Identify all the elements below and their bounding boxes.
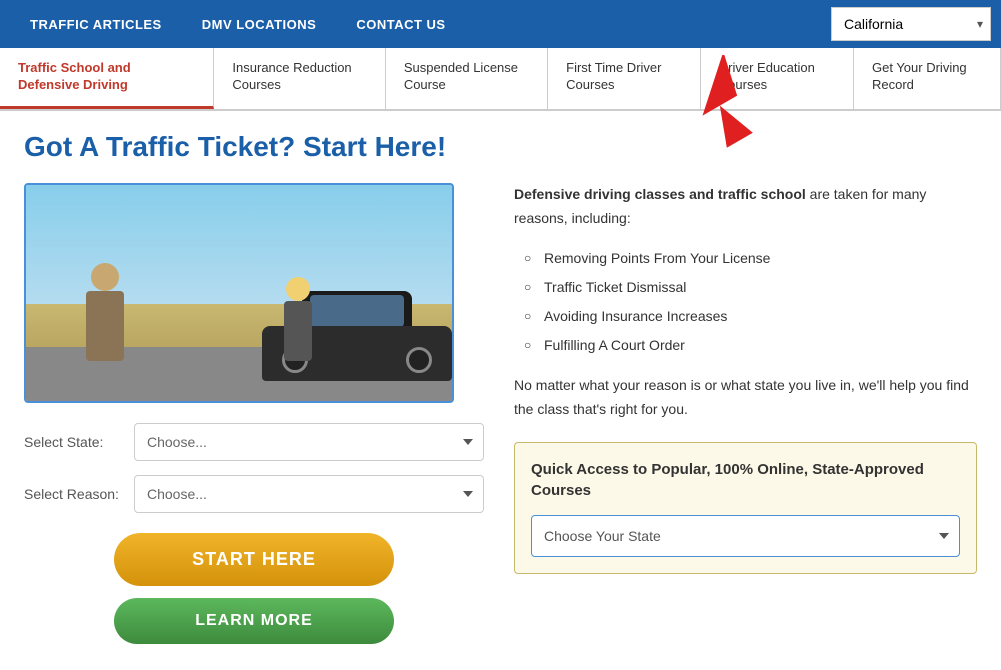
civilian-figure [284, 277, 312, 361]
traffic-scene-image [24, 183, 454, 403]
state-select-input[interactable]: Choose... California Texas Florida [134, 423, 484, 461]
select-reason-row: Select Reason: Choose... Removing Points… [24, 475, 484, 513]
tab-bar: Traffic School and Defensive Driving Ins… [0, 48, 1001, 111]
tab-driving-record[interactable]: Get Your Driving Record [854, 48, 1001, 109]
quick-state-select[interactable]: Choose Your State California Texas Flori… [531, 515, 960, 557]
officer-figure [86, 263, 124, 361]
car-wheel-right [406, 347, 432, 373]
bullet-list: Removing Points From Your License Traffi… [524, 244, 977, 360]
tab-first-time[interactable]: First Time Driver Courses [548, 48, 701, 109]
start-here-button[interactable]: START HERE [114, 533, 394, 586]
learn-more-button[interactable]: LEARN MORE [114, 598, 394, 644]
select-state-label: Select State: [24, 434, 134, 450]
reason-select-input[interactable]: Choose... Removing Points Ticket Dismiss… [134, 475, 484, 513]
bullet-item-4: Fulfilling A Court Order [524, 331, 977, 360]
civilian-head [286, 277, 310, 301]
bullet-item-2: Traffic Ticket Dismissal [524, 273, 977, 302]
bullet-item-1: Removing Points From Your License [524, 244, 977, 273]
car-window [310, 295, 404, 327]
quick-access-box: Quick Access to Popular, 100% Online, St… [514, 442, 977, 574]
right-column: Defensive driving classes and traffic sc… [514, 183, 977, 644]
dmv-locations-link[interactable]: DMV LOCATIONS [182, 3, 337, 46]
car-top [302, 291, 412, 331]
top-navigation: TRAFFIC ARTICLES DMV LOCATIONS CONTACT U… [0, 0, 1001, 48]
main-content: Got A Traffic Ticket? Start Here! [0, 111, 1001, 664]
page-title: Got A Traffic Ticket? Start Here! [24, 131, 977, 163]
left-column: Select State: Choose... California Texas… [24, 183, 484, 644]
traffic-articles-link[interactable]: TRAFFIC ARTICLES [10, 3, 182, 46]
state-selector-wrapper: California Texas Florida New York ▾ [831, 7, 991, 41]
officer-head [91, 263, 119, 291]
tab-insurance[interactable]: Insurance Reduction Courses [214, 48, 385, 109]
civilian-torso [284, 301, 312, 361]
tab-suspended[interactable]: Suspended License Course [386, 48, 548, 109]
intro-text: Defensive driving classes and traffic sc… [514, 183, 977, 231]
select-reason-label: Select Reason: [24, 486, 134, 502]
select-state-row: Select State: Choose... California Texas… [24, 423, 484, 461]
quick-access-title: Quick Access to Popular, 100% Online, St… [531, 459, 960, 501]
tab-driver-ed[interactable]: Driver Education Courses [701, 48, 854, 109]
bullet-item-3: Avoiding Insurance Increases [524, 302, 977, 331]
nav-links: TRAFFIC ARTICLES DMV LOCATIONS CONTACT U… [10, 3, 831, 46]
tab-traffic-school[interactable]: Traffic School and Defensive Driving [0, 48, 214, 109]
state-dropdown[interactable]: California Texas Florida New York [831, 7, 991, 41]
officer-torso [86, 291, 124, 361]
content-columns: Select State: Choose... California Texas… [24, 183, 977, 644]
footer-text: No matter what your reason is or what st… [514, 374, 977, 422]
contact-us-link[interactable]: CONTACT US [336, 3, 465, 46]
intro-bold: Defensive driving classes and traffic sc… [514, 186, 806, 202]
